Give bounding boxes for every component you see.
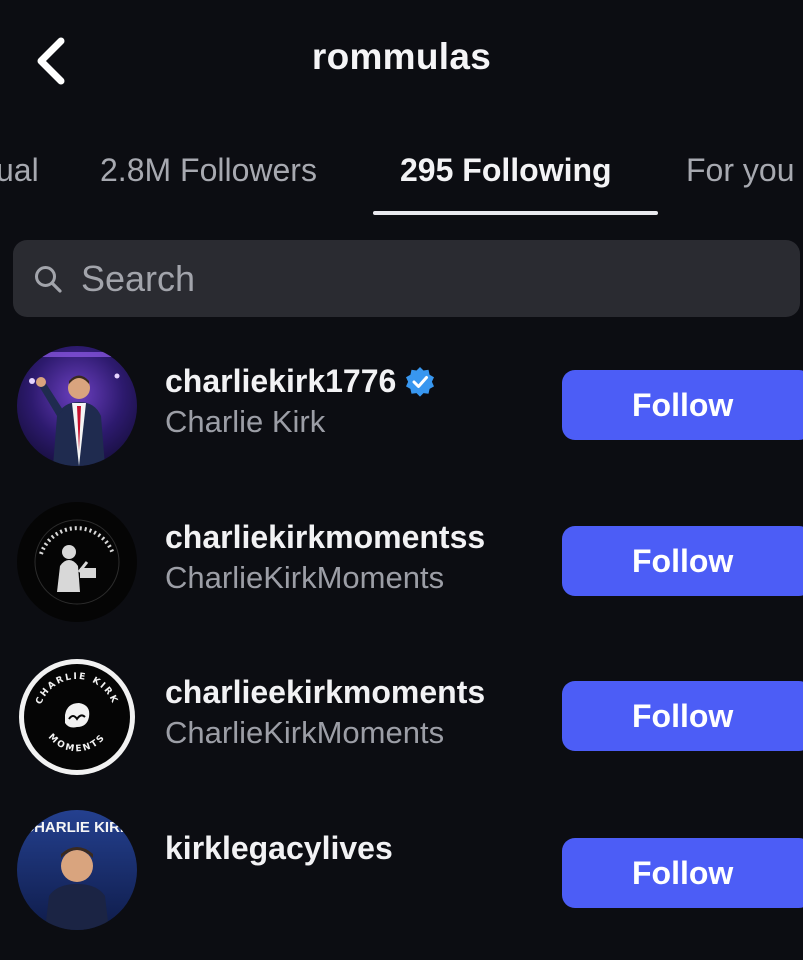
verified-badge-icon [404,366,436,398]
tab-followers[interactable]: 2.8M Followers [100,152,317,189]
tab-mutual[interactable]: ual [0,152,39,189]
account-row[interactable]: charliekirk1776 Charlie Kirk Follow [0,346,803,496]
tab-bar: ual 2.8M Followers 295 Following For you [0,130,803,218]
tab-for-you[interactable]: For you [686,152,794,189]
account-full-name: CharlieKirkMoments [165,715,445,750]
avatar[interactable]: CHARLIE KIRK MOMENTS [17,657,137,777]
account-row[interactable]: charliekirkmomentss CharlieKirkMoments F… [0,502,803,652]
account-username[interactable]: charliekirkmomentss [165,519,485,556]
account-username[interactable]: charlieekirkmoments [165,674,485,711]
profile-username-title: rommulas [311,36,492,77]
avatar[interactable] [17,502,137,622]
follow-button[interactable]: Follow [562,526,803,596]
account-names: charliekirk1776 Charlie Kirk [165,363,436,440]
account-names: charliekirkmomentss CharlieKirkMoments [165,519,485,596]
avatar-banner-text: CHARLIE KIRK [23,819,131,836]
account-username[interactable]: charliekirk1776 [165,363,436,400]
account-row[interactable]: CHARLIE KIRK MOMENTS charlieekirkmoments… [0,657,803,807]
tab-following[interactable]: 295 Following [400,152,612,189]
active-tab-indicator [373,211,658,215]
account-full-name: Charlie Kirk [165,404,326,439]
search-bar[interactable] [13,240,800,317]
account-row[interactable]: CHARLIE KIRK kirklegacylives Follow [0,810,803,960]
account-full-name: CharlieKirkMoments [165,560,445,595]
avatar[interactable]: CHARLIE KIRK [17,810,137,930]
avatar[interactable] [17,346,137,466]
follow-button[interactable]: Follow [562,681,803,751]
search-input[interactable] [79,256,800,301]
account-names: kirklegacylives [165,830,393,867]
follow-button[interactable]: Follow [562,838,803,908]
username-text: charliekirk1776 [165,363,397,399]
account-username[interactable]: kirklegacylives [165,830,393,867]
follow-button[interactable]: Follow [562,370,803,440]
username-text: kirklegacylives [165,830,393,866]
username-text: charlieekirkmoments [165,674,486,710]
search-icon [31,262,65,296]
header-bar: rommulas [0,0,803,120]
username-text: charliekirkmomentss [165,519,486,555]
account-names: charlieekirkmoments CharlieKirkMoments [165,674,485,751]
